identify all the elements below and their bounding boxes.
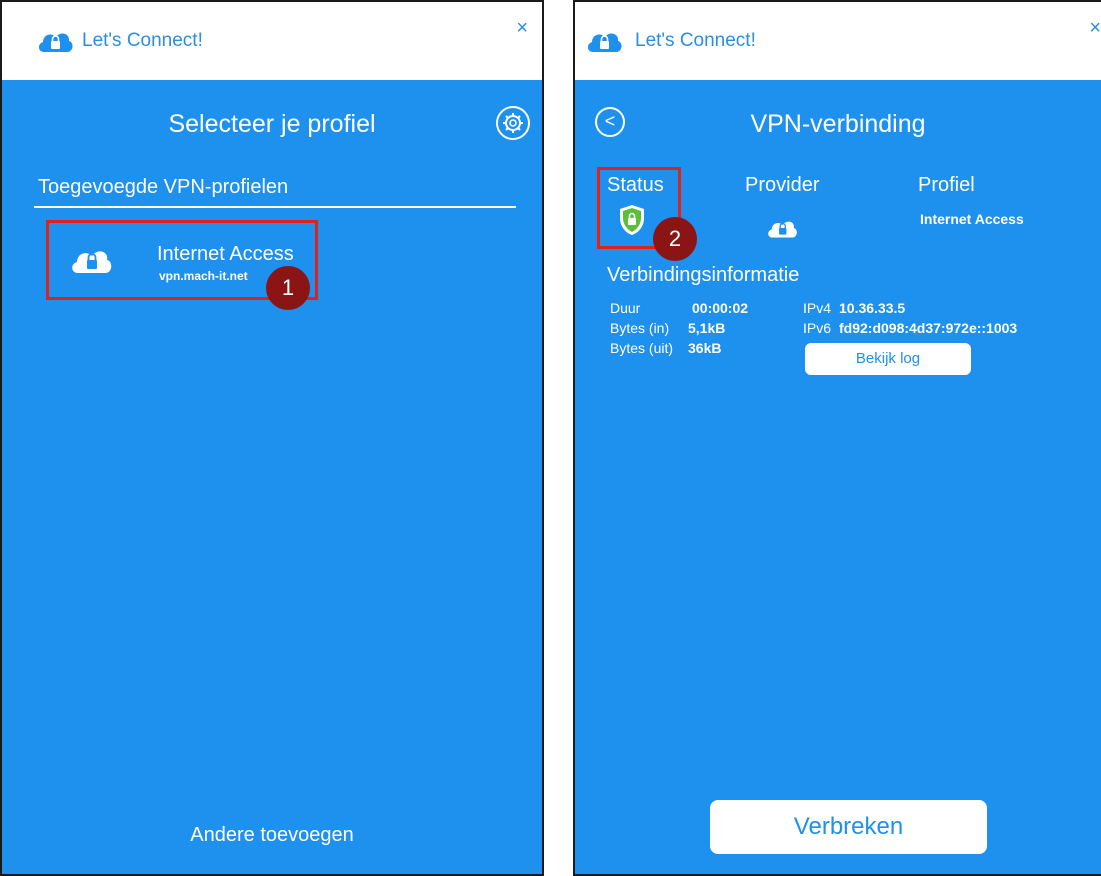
profile-name: Internet Access: [157, 243, 294, 265]
app-title: Let's Connect!: [82, 30, 203, 51]
section-divider: [34, 206, 516, 208]
ipv6-value: fd92:d098:4d37:972e::1003: [839, 320, 1018, 336]
duration-label: Duur: [610, 300, 641, 316]
provider-label: Provider: [745, 174, 820, 196]
add-other-button[interactable]: Andere toevoegen: [2, 824, 542, 847]
profile-host: vpn.mach-it.net: [159, 269, 248, 283]
connection-info-title: Verbindingsinformatie: [607, 264, 800, 286]
ipv4-value: 10.36.33.5: [839, 300, 906, 316]
page-title: Selecteer je profiel: [168, 110, 376, 138]
profile-value: Internet Access: [920, 211, 1024, 227]
bytes-in-value: 5,1kB: [688, 320, 726, 336]
shield-lock-icon: [620, 205, 644, 235]
disconnect-button[interactable]: Verbreken: [710, 800, 987, 854]
settings-button[interactable]: [496, 106, 530, 140]
section-title: Toegevoegde VPN-profielen: [38, 176, 289, 198]
vpn-connection-window: Let's Connect! × < VPN-verbinding Status…: [573, 0, 1101, 876]
close-icon[interactable]: ×: [516, 18, 528, 38]
title-bar: Let's Connect! ×: [575, 2, 1101, 80]
app-logo-icon: [587, 33, 622, 52]
step-badge-2: 2: [653, 217, 697, 261]
cloud-lock-icon: [72, 251, 112, 273]
duration-value: 00:00:02: [692, 300, 749, 316]
bytes-out-value: 36kB: [688, 340, 722, 356]
cloud-lock-icon: [768, 221, 797, 238]
view-log-button[interactable]: Bekijk log: [805, 343, 971, 375]
profile-select-window: Let's Connect! × Selecteer je profiel To…: [0, 0, 544, 876]
app-logo-icon: [38, 33, 73, 52]
step-badge-1: 1: [266, 266, 310, 310]
profile-label: Profiel: [918, 174, 975, 196]
bytes-in-label: Bytes (in): [610, 320, 670, 336]
ipv4-label: IPv4: [803, 300, 832, 316]
page-title: VPN-verbinding: [750, 110, 926, 138]
gear-icon: [503, 113, 523, 133]
bytes-out-label: Bytes (uit): [610, 340, 674, 356]
ipv6-label: IPv6: [803, 320, 832, 336]
title-bar: Let's Connect! ×: [2, 2, 542, 80]
app-title: Let's Connect!: [635, 30, 756, 51]
close-icon[interactable]: ×: [1089, 18, 1101, 38]
